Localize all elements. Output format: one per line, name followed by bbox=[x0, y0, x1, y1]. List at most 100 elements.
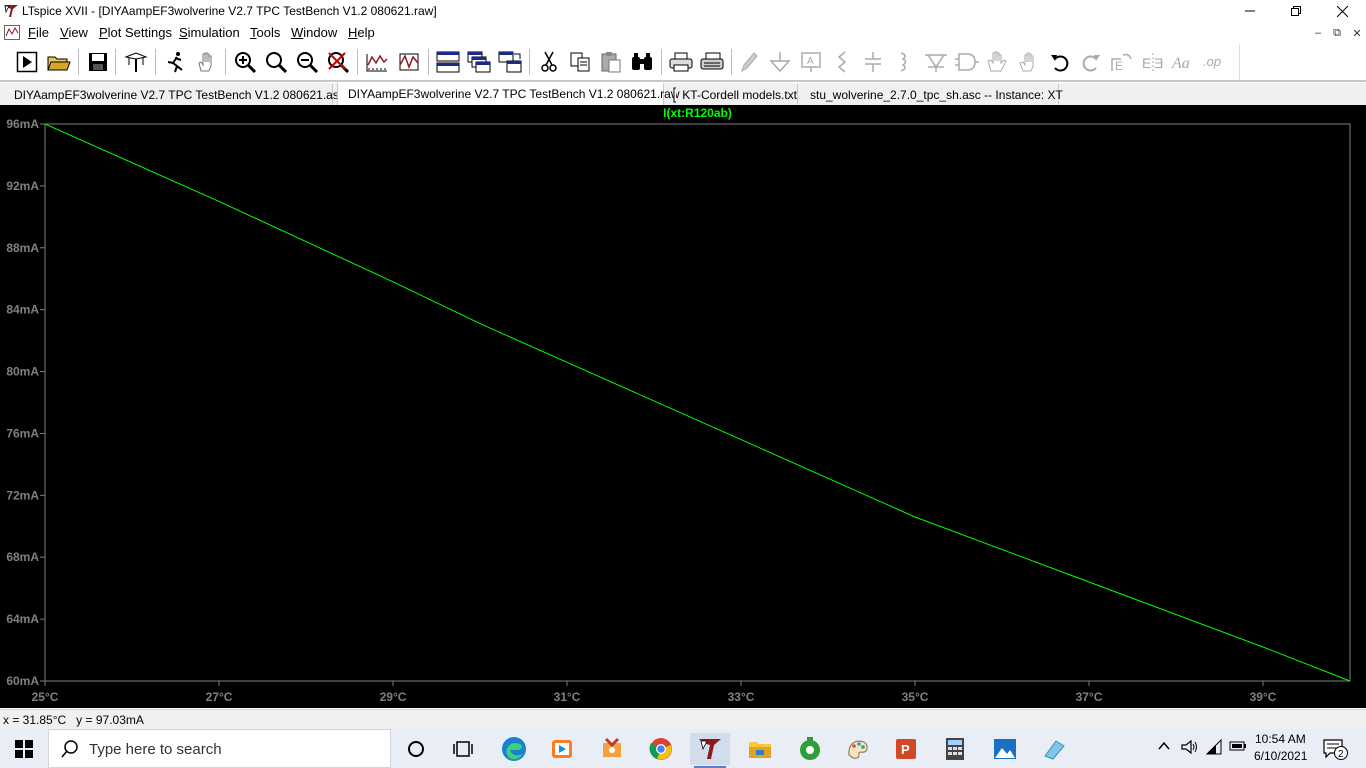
zoom-out-button[interactable] bbox=[293, 48, 321, 76]
tab-schematic[interactable]: DIYAampEF3wolverine V2.7 TPC TestBench V… bbox=[4, 84, 345, 105]
tile-vertical-button[interactable] bbox=[496, 48, 524, 76]
mdi-restore-button[interactable]: ⧉ bbox=[1329, 26, 1345, 40]
clock-date[interactable]: 6/10/2021 bbox=[1254, 749, 1307, 763]
ltspice-icon bbox=[699, 739, 721, 759]
wifi-icon[interactable] bbox=[1206, 739, 1224, 755]
draw-wire-button[interactable] bbox=[735, 48, 763, 76]
calculator-app[interactable] bbox=[935, 733, 975, 765]
mirror-button[interactable]: EƎ bbox=[1139, 48, 1167, 76]
photos-app[interactable] bbox=[985, 733, 1025, 765]
resistor-icon bbox=[837, 51, 847, 73]
file-explorer-app[interactable] bbox=[740, 733, 780, 765]
run-button[interactable] bbox=[13, 48, 41, 76]
paint-app[interactable] bbox=[838, 733, 878, 765]
x-tick-label: 39°C bbox=[1250, 690, 1277, 704]
component-button[interactable] bbox=[953, 48, 981, 76]
mark-waveform-icon bbox=[399, 53, 419, 71]
zoom-out-icon bbox=[297, 52, 318, 73]
mark-waveform-button[interactable] bbox=[395, 48, 423, 76]
taskbar-search-box[interactable]: Type here to search bbox=[48, 729, 391, 768]
cortana-button[interactable] bbox=[396, 733, 436, 765]
copy-button[interactable] bbox=[566, 48, 594, 76]
diode-button[interactable] bbox=[922, 48, 950, 76]
minimize-button[interactable] bbox=[1227, 0, 1273, 22]
menu-help[interactable]: Help bbox=[348, 25, 375, 40]
spice-directive-button[interactable]: .op bbox=[1201, 48, 1229, 76]
mdi-minimize-button[interactable]: – bbox=[1310, 26, 1326, 40]
task-view-button[interactable] bbox=[443, 733, 483, 765]
notes-app[interactable] bbox=[1034, 733, 1074, 765]
toolbar-separator bbox=[428, 49, 429, 75]
x-tick-label: 25°C bbox=[32, 690, 59, 704]
control-panel-button[interactable] bbox=[122, 48, 150, 76]
rotate-button[interactable]: E bbox=[1108, 48, 1136, 76]
paint-icon bbox=[848, 740, 868, 759]
print-button[interactable] bbox=[667, 48, 695, 76]
toolbar-separator bbox=[115, 49, 116, 75]
paste-button[interactable] bbox=[597, 48, 625, 76]
drag-button[interactable] bbox=[1015, 48, 1043, 76]
powerpoint-app[interactable]: P bbox=[886, 733, 926, 765]
pan-button[interactable] bbox=[192, 48, 220, 76]
waveform-window-icon[interactable] bbox=[4, 25, 20, 40]
text-button[interactable]: Aa bbox=[1170, 48, 1198, 76]
volume-icon[interactable] bbox=[1180, 739, 1198, 755]
notification-icon[interactable]: 2 bbox=[1322, 737, 1348, 761]
menu-plot-settings[interactable]: Plot Settings bbox=[99, 25, 172, 40]
run-pause-button[interactable] bbox=[161, 48, 189, 76]
zoom-cancel-button[interactable] bbox=[324, 48, 352, 76]
zoom-fit-button[interactable] bbox=[262, 48, 290, 76]
plot-frame bbox=[44, 123, 1351, 682]
chrome-app[interactable] bbox=[641, 733, 681, 765]
capacitor-button[interactable] bbox=[859, 48, 887, 76]
move-button[interactable] bbox=[984, 48, 1012, 76]
save-icon bbox=[89, 53, 107, 71]
game-app[interactable] bbox=[790, 733, 830, 765]
media-icon bbox=[552, 740, 572, 758]
undo-button[interactable] bbox=[1046, 48, 1074, 76]
redo-icon bbox=[1082, 55, 1100, 72]
game-icon bbox=[800, 737, 820, 760]
print-setup-button[interactable] bbox=[698, 48, 726, 76]
find-button[interactable] bbox=[628, 48, 656, 76]
tools-app[interactable] bbox=[592, 733, 632, 765]
zoom-in-button[interactable] bbox=[231, 48, 259, 76]
start-button[interactable] bbox=[0, 729, 48, 768]
ltspice-taskbar-app[interactable] bbox=[690, 733, 730, 768]
window-title: LTspice XVII - [DIYAampEF3wolverine V2.7… bbox=[22, 4, 437, 18]
tab-text-file[interactable]: KT-Cordell models.txt bbox=[667, 84, 798, 105]
open-button[interactable] bbox=[45, 48, 73, 76]
save-button[interactable] bbox=[84, 48, 112, 76]
toolbar-divider bbox=[0, 80, 1366, 82]
trace-label[interactable]: I(xt:R120ab) bbox=[663, 106, 732, 120]
clock-time[interactable]: 10:54 AM bbox=[1255, 732, 1306, 746]
tile-horizontal-button[interactable] bbox=[434, 48, 462, 76]
tab-waveform[interactable]: DIYAampEF3wolverine V2.7 TPC TestBench V… bbox=[337, 83, 680, 105]
waveform-plot[interactable]: 96mA 92mA 88mA 84mA 80mA 76mA 72mA 68mA 64mA 60mA… bbox=[0, 105, 1366, 708]
autorange-button[interactable] bbox=[363, 48, 391, 76]
menu-simulation[interactable]: Simulation bbox=[179, 25, 240, 40]
edge-app[interactable] bbox=[494, 733, 534, 765]
close-button[interactable] bbox=[1319, 0, 1365, 22]
menu-window[interactable]: Window bbox=[291, 25, 337, 40]
chevron-up-icon[interactable] bbox=[1157, 739, 1171, 753]
redo-button[interactable] bbox=[1077, 48, 1105, 76]
mdi-close-button[interactable]: ✕ bbox=[1349, 26, 1365, 40]
tab-instance[interactable]: stu_wolverine_2.7.0_tpc_sh.asc -- Instan… bbox=[800, 84, 1063, 105]
menu-file[interactable]: File bbox=[28, 25, 49, 40]
resistor-button[interactable] bbox=[828, 48, 856, 76]
file-explorer-icon bbox=[749, 742, 771, 758]
battery-icon[interactable] bbox=[1229, 739, 1247, 753]
maximize-button[interactable] bbox=[1273, 0, 1319, 22]
menu-view[interactable]: View bbox=[60, 25, 88, 40]
inductor-button[interactable] bbox=[890, 48, 918, 76]
cut-button[interactable] bbox=[535, 48, 563, 76]
label-net-button[interactable]: A bbox=[797, 48, 825, 76]
menu-tools[interactable]: Tools bbox=[250, 25, 280, 40]
ground-button[interactable] bbox=[766, 48, 794, 76]
media-player-app[interactable] bbox=[542, 733, 582, 765]
cascade-button[interactable] bbox=[465, 48, 493, 76]
rotate-icon: E bbox=[1111, 53, 1132, 73]
series-line[interactable] bbox=[44, 123, 1351, 682]
waveform-plot-pane[interactable]: 96mA 92mA 88mA 84mA 80mA 76mA 72mA 68mA 64mA 60mA… bbox=[0, 105, 1366, 708]
